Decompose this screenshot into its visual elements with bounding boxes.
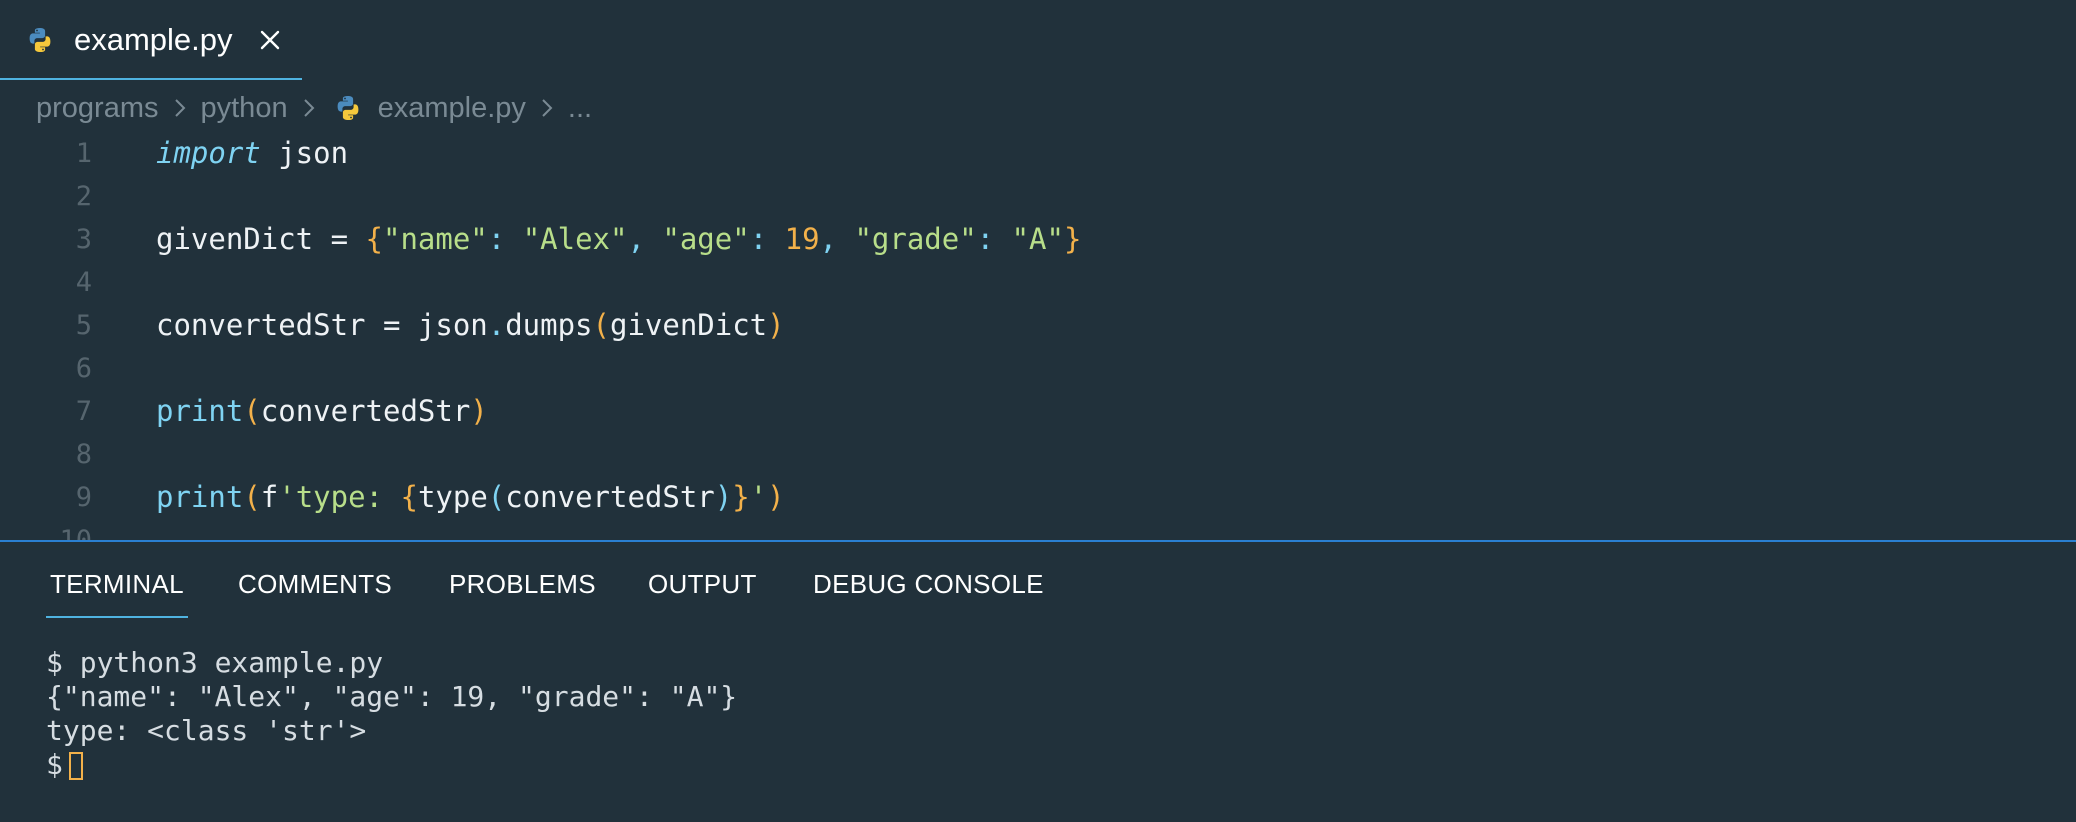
identifier: convertedStr	[156, 308, 366, 342]
line-number: 1	[75, 138, 92, 169]
editor-tab-bar: example.py	[0, 0, 2076, 80]
string: "A"	[1011, 222, 1064, 256]
function-name: print	[156, 480, 244, 514]
paren: (	[243, 394, 261, 428]
brace: }	[732, 480, 750, 514]
identifier: json	[260, 136, 349, 170]
tab-label: example.py	[74, 22, 233, 57]
line-number: 6	[75, 353, 92, 384]
code-line: 4	[0, 261, 2076, 304]
string: 'type:	[278, 480, 401, 514]
code-line: 6	[0, 347, 2076, 390]
string: "name"	[383, 222, 488, 256]
terminal-line: {"name": "Alex", "age": 19, "grade": "A"…	[46, 680, 738, 713]
python-icon	[26, 26, 54, 54]
brace: {	[400, 480, 418, 514]
code-line: 8	[0, 433, 2076, 476]
brace: }	[1063, 222, 1082, 256]
breadcrumb-item-symbols[interactable]: ...	[568, 92, 592, 125]
punctuation: ,	[627, 222, 663, 256]
line-number: 7	[75, 396, 92, 427]
punctuation: :	[487, 222, 523, 256]
breadcrumb: programs python example.py ...	[36, 86, 592, 130]
operator: =	[313, 222, 366, 256]
string: '	[749, 480, 768, 514]
identifier: givenDict	[156, 222, 314, 256]
punctuation: :	[749, 222, 785, 256]
python-icon	[334, 94, 362, 122]
string-prefix: f	[260, 480, 279, 514]
chevron-right-icon	[534, 95, 560, 121]
tab-output[interactable]: OUTPUT	[648, 566, 757, 602]
number: 19	[784, 222, 820, 256]
tab-debug-console[interactable]: DEBUG CONSOLE	[813, 566, 1044, 602]
line-number: 5	[75, 310, 92, 341]
line-number: 3	[75, 224, 92, 255]
bottom-panel: TERMINAL COMMENTS PROBLEMS OUTPUT DEBUG …	[0, 540, 2076, 822]
terminal-prompt: $	[46, 748, 63, 781]
code-editor[interactable]: 1 import json 2 3 givenDict = {"name": "…	[0, 132, 2076, 540]
paren: )	[767, 480, 785, 514]
function-name: dumps	[505, 308, 593, 342]
paren: )	[714, 480, 733, 514]
operator: =	[365, 308, 418, 342]
terminal-cursor	[68, 752, 83, 780]
identifier: givenDict	[610, 308, 768, 342]
terminal-line: type: <class 'str'>	[46, 714, 367, 747]
terminal-prompt-line: $	[46, 748, 737, 782]
tab-terminal[interactable]: TERMINAL	[46, 566, 188, 618]
paren: (	[487, 480, 506, 514]
punctuation: ,	[819, 222, 855, 256]
code-line: 1 import json	[0, 132, 2076, 175]
string: "Alex"	[522, 222, 628, 256]
identifier: json	[417, 308, 488, 342]
string: "grade"	[854, 222, 977, 256]
breadcrumb-item-python[interactable]: python	[201, 92, 288, 125]
close-icon[interactable]	[254, 24, 286, 56]
breadcrumb-item-programs[interactable]: programs	[36, 92, 159, 125]
code-line: 9 print(f'type: {type(convertedStr)}')	[0, 476, 2076, 519]
chevron-right-icon	[296, 95, 322, 121]
paren: )	[470, 394, 488, 428]
punctuation: .	[487, 308, 506, 342]
paren: (	[243, 480, 261, 514]
tab-comments[interactable]: COMMENTS	[238, 566, 392, 602]
tab-problems[interactable]: PROBLEMS	[449, 566, 596, 602]
code-line: 10	[0, 519, 2076, 540]
identifier: convertedStr	[505, 480, 715, 514]
breadcrumb-item-file[interactable]: example.py	[378, 92, 526, 125]
code-line: 3 givenDict = {"name": "Alex", "age": 19…	[0, 218, 2076, 261]
string: "age"	[662, 222, 750, 256]
terminal-line: $ python3 example.py	[46, 646, 384, 679]
brace: {	[365, 222, 383, 256]
line-number: 10	[40, 519, 92, 540]
punctuation: :	[976, 222, 1012, 256]
keyword: import	[156, 136, 261, 170]
paren: (	[592, 308, 610, 342]
line-number: 8	[75, 439, 92, 470]
paren: )	[767, 308, 785, 342]
line-number: 9	[75, 482, 92, 513]
terminal-output[interactable]: $ python3 example.py {"name": "Alex", "a…	[46, 646, 737, 782]
code-line: 5 convertedStr = json.dumps(givenDict)	[0, 304, 2076, 347]
code-line: 2	[0, 175, 2076, 218]
identifier: convertedStr	[260, 394, 471, 428]
line-number: 2	[75, 181, 92, 212]
function-name: type	[417, 480, 488, 514]
panel-tab-bar: TERMINAL COMMENTS PROBLEMS OUTPUT DEBUG …	[0, 542, 2076, 626]
function-name: print	[156, 394, 244, 428]
chevron-right-icon	[167, 95, 193, 121]
tab-example-py[interactable]: example.py	[0, 0, 302, 80]
code-line: 7 print(convertedStr)	[0, 390, 2076, 433]
line-number: 4	[75, 267, 92, 298]
